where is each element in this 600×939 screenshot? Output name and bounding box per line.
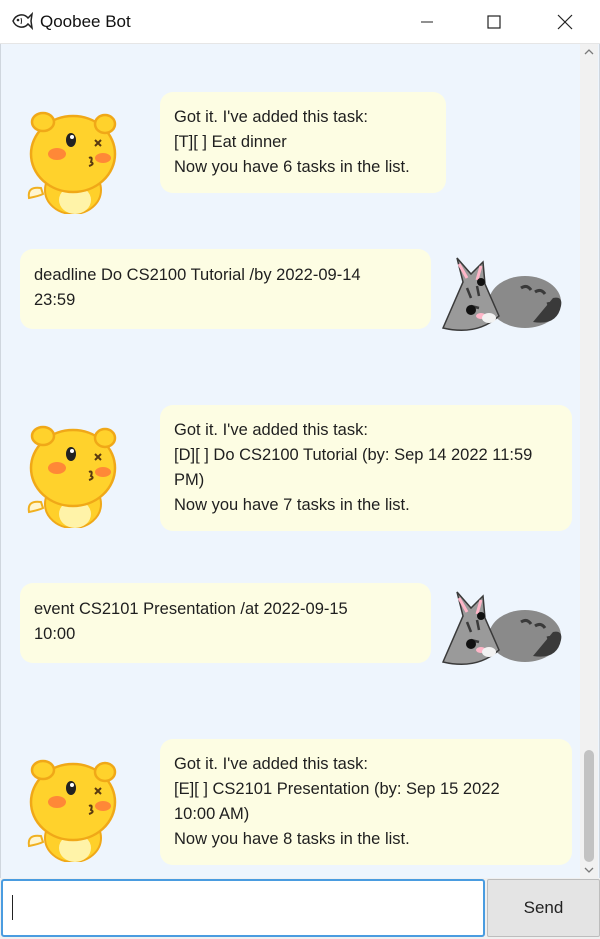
message-input[interactable] xyxy=(1,879,485,937)
send-button[interactable]: Send xyxy=(487,879,600,937)
window-title: Qoobee Bot xyxy=(40,12,131,31)
cat-avatar xyxy=(437,586,565,673)
chat-area[interactable]: Got it. I've added this task: [T][ ] Eat… xyxy=(0,44,600,878)
bot-message-bubble: Got it. I've added this task: [E][ ] CS2… xyxy=(160,739,572,865)
fish-icon xyxy=(10,10,34,32)
qoobee-avatar xyxy=(23,758,123,867)
qoobee-avatar xyxy=(23,424,123,533)
message-line: Got it. I've added this task: xyxy=(174,421,368,439)
message-line: Now you have 8 tasks in the list. xyxy=(174,830,410,848)
message-line: 23:59 xyxy=(34,291,76,309)
cat-avatar xyxy=(437,252,565,339)
user-message-bubble: deadline Do CS2100 Tutorial /by 2022-09-… xyxy=(20,249,431,329)
scroll-up-button[interactable] xyxy=(580,44,598,60)
chevron-down-icon xyxy=(584,867,594,873)
message-line: [T][ ] Eat dinner xyxy=(174,133,287,151)
maximize-icon xyxy=(487,15,501,29)
text-caret xyxy=(12,895,13,920)
message-line: Now you have 6 tasks in the list. xyxy=(174,158,410,176)
close-icon xyxy=(557,14,573,30)
input-row: Send xyxy=(0,878,600,939)
title-bar: Qoobee Bot xyxy=(0,0,600,44)
maximize-button[interactable] xyxy=(471,0,517,44)
user-message-bubble: event CS2101 Presentation /at 2022-09-15… xyxy=(20,583,431,663)
message-line: Got it. I've added this task: xyxy=(174,108,368,126)
qoobee-avatar xyxy=(23,110,123,219)
scrollbar-thumb[interactable] xyxy=(584,750,594,862)
bot-message-bubble: Got it. I've added this task: [D][ ] Do … xyxy=(160,405,572,531)
minimize-icon xyxy=(421,21,433,23)
message-line: event CS2101 Presentation /at 2022-09-15 xyxy=(34,600,348,618)
message-line: 10:00 AM) xyxy=(174,805,250,823)
message-line: [D][ ] Do CS2100 Tutorial (by: Sep 14 20… xyxy=(174,446,533,464)
message-line: 10:00 xyxy=(34,625,76,643)
bot-message-bubble: Got it. I've added this task: [T][ ] Eat… xyxy=(160,92,446,193)
message-line: Got it. I've added this task: xyxy=(174,755,368,773)
message-line: Now you have 7 tasks in the list. xyxy=(174,496,410,514)
minimize-button[interactable] xyxy=(404,0,450,44)
message-line: deadline Do CS2100 Tutorial /by 2022-09-… xyxy=(34,266,361,284)
scroll-down-button[interactable] xyxy=(580,862,598,878)
close-button[interactable] xyxy=(542,0,588,44)
chevron-up-icon xyxy=(584,49,594,55)
message-line: [E][ ] CS2101 Presentation (by: Sep 15 2… xyxy=(174,780,500,798)
chat-scrollbar[interactable] xyxy=(580,44,598,878)
message-line: PM) xyxy=(174,471,205,489)
